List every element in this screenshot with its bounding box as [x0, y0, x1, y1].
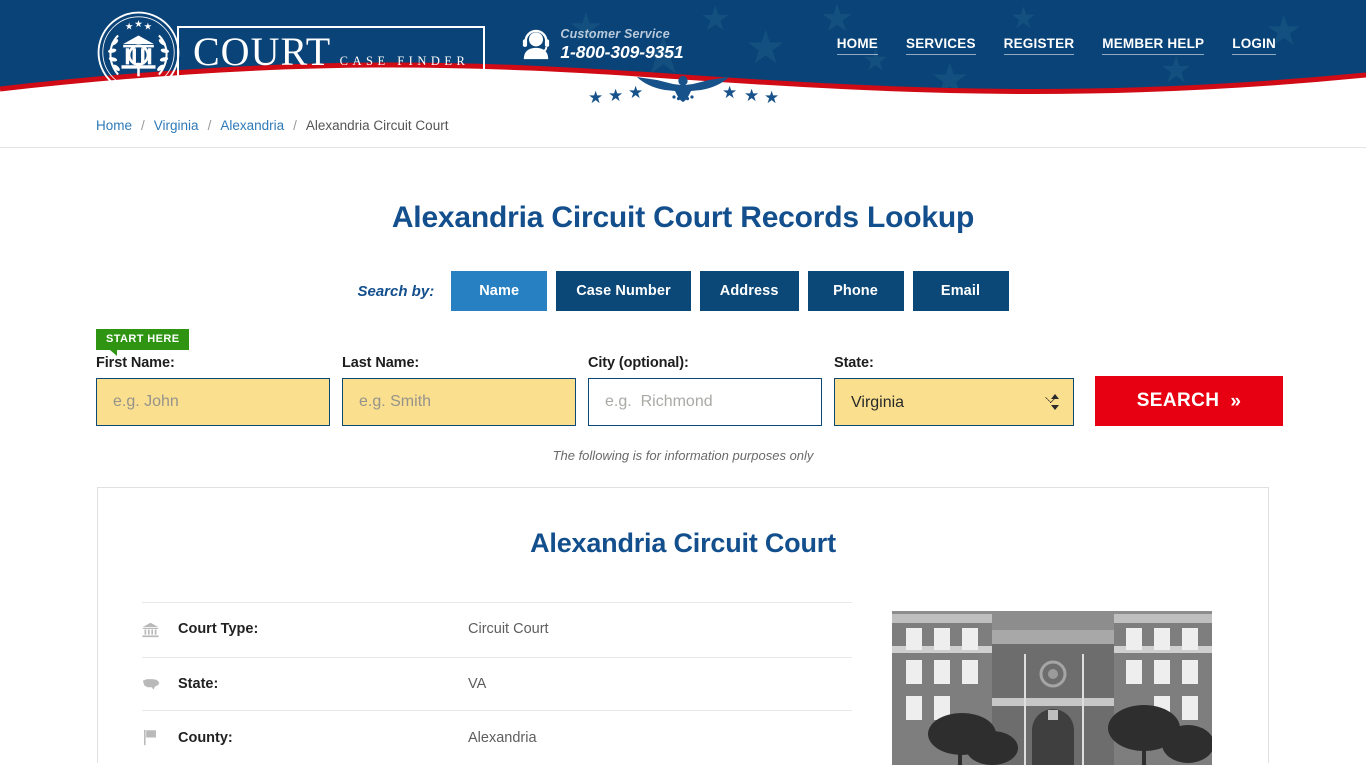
- svg-text:★: ★: [134, 19, 142, 29]
- double-chevron-right-icon: »: [1230, 392, 1241, 411]
- last-name-field-group: Last Name:: [342, 355, 576, 426]
- svg-text:★: ★: [125, 22, 133, 32]
- svg-text:★: ★: [144, 22, 152, 32]
- courthouse-photo-image: [892, 602, 1212, 765]
- search-by-tabs: Search by: Name Case Number Address Phon…: [88, 271, 1278, 311]
- state-field-group: State: Virginia: [834, 355, 1074, 426]
- breadcrumb-separator: /: [293, 118, 297, 133]
- search-button-label: SEARCH: [1137, 390, 1220, 412]
- site-logo[interactable]: ★★★ COURT CASE FINDER: [96, 10, 485, 95]
- flag-icon-cell: [142, 711, 178, 765]
- tab-name[interactable]: Name: [451, 271, 547, 311]
- tab-phone[interactable]: Phone: [808, 271, 904, 311]
- breadcrumb: Home / Virginia / Alexandria / Alexandri…: [88, 118, 1278, 133]
- courthouse-photo: [892, 602, 1212, 765]
- nav-item-services[interactable]: SERVICES: [906, 36, 976, 55]
- flag-icon: [142, 729, 158, 746]
- info-note: The following is for information purpose…: [88, 448, 1278, 463]
- main-navigation: HOME SERVICES REGISTER MEMBER HELP LOGIN: [837, 36, 1278, 55]
- breadcrumb-item-virginia[interactable]: Virginia: [154, 118, 199, 133]
- court-detail-panel: Alexandria Circuit Court: [97, 487, 1269, 763]
- first-name-label: First Name:: [96, 355, 330, 371]
- nav-item-login[interactable]: LOGIN: [1232, 36, 1276, 55]
- detail-label-court-type: Court Type:: [178, 603, 468, 658]
- breadcrumb-bar: Home / Virginia / Alexandria / Alexandri…: [0, 103, 1366, 148]
- logo-wordmark: COURT CASE FINDER: [177, 26, 485, 80]
- page-title: Alexandria Circuit Court Records Lookup: [88, 201, 1278, 235]
- site-header: ★ ★ ★ ★ ★ ★ ★ ★ ★ ★: [0, 0, 1366, 103]
- detail-value-county: Alexandria: [468, 711, 852, 765]
- nav-item-home[interactable]: HOME: [837, 36, 878, 55]
- logo-main-text: COURT: [193, 29, 331, 76]
- detail-value-court-type: Circuit Court: [468, 603, 852, 658]
- nav-item-register[interactable]: REGISTER: [1004, 36, 1075, 55]
- headset-agent-icon: [521, 29, 551, 61]
- customer-service-label: Customer Service: [560, 27, 683, 42]
- breadcrumb-separator: /: [208, 118, 212, 133]
- search-button[interactable]: SEARCH »: [1095, 376, 1283, 426]
- last-name-label: Last Name:: [342, 355, 576, 371]
- table-row: State: VA: [142, 657, 852, 711]
- search-form: START HERE First Name: Last Name: City (…: [88, 327, 1278, 426]
- detail-label-state: State:: [178, 657, 468, 711]
- start-here-badge: START HERE: [96, 329, 189, 350]
- first-name-input[interactable]: [96, 378, 330, 426]
- last-name-input[interactable]: [342, 378, 576, 426]
- court-detail-table: Court Type: Circuit Court State: VA: [142, 602, 852, 765]
- detail-label-county: County:: [178, 711, 468, 765]
- logo-sub-text: CASE FINDER: [336, 51, 470, 68]
- breadcrumb-item-alexandria[interactable]: Alexandria: [220, 118, 284, 133]
- search-by-label: Search by:: [357, 283, 434, 300]
- court-name-title: Alexandria Circuit Court: [142, 528, 1224, 559]
- us-map-icon-cell: [142, 657, 178, 711]
- tab-case-number[interactable]: Case Number: [556, 271, 691, 311]
- bank-icon: [142, 621, 159, 638]
- breadcrumb-separator: /: [141, 118, 145, 133]
- state-label: State:: [834, 355, 1074, 371]
- court-seal-icon: ★★★: [96, 10, 181, 95]
- search-section: Alexandria Circuit Court Records Lookup …: [88, 148, 1278, 463]
- table-row: Court Type: Circuit Court: [142, 603, 852, 658]
- city-label: City (optional):: [588, 355, 822, 371]
- nav-item-member-help[interactable]: MEMBER HELP: [1102, 36, 1204, 55]
- state-select[interactable]: Virginia: [834, 378, 1074, 426]
- city-input[interactable]: [588, 378, 822, 426]
- city-field-group: City (optional):: [588, 355, 822, 426]
- breadcrumb-item-current: Alexandria Circuit Court: [306, 118, 449, 133]
- tab-email[interactable]: Email: [913, 271, 1009, 311]
- first-name-field-group: First Name:: [96, 355, 330, 426]
- tab-address[interactable]: Address: [700, 271, 799, 311]
- customer-service-phone[interactable]: 1-800-309-9351: [560, 42, 683, 63]
- detail-value-state: VA: [468, 657, 852, 711]
- bank-icon-cell: [142, 603, 178, 658]
- customer-service-block: Customer Service 1-800-309-9351: [521, 27, 683, 63]
- table-row: County: Alexandria: [142, 711, 852, 765]
- us-map-icon: [142, 677, 160, 691]
- breadcrumb-item-home[interactable]: Home: [96, 118, 132, 133]
